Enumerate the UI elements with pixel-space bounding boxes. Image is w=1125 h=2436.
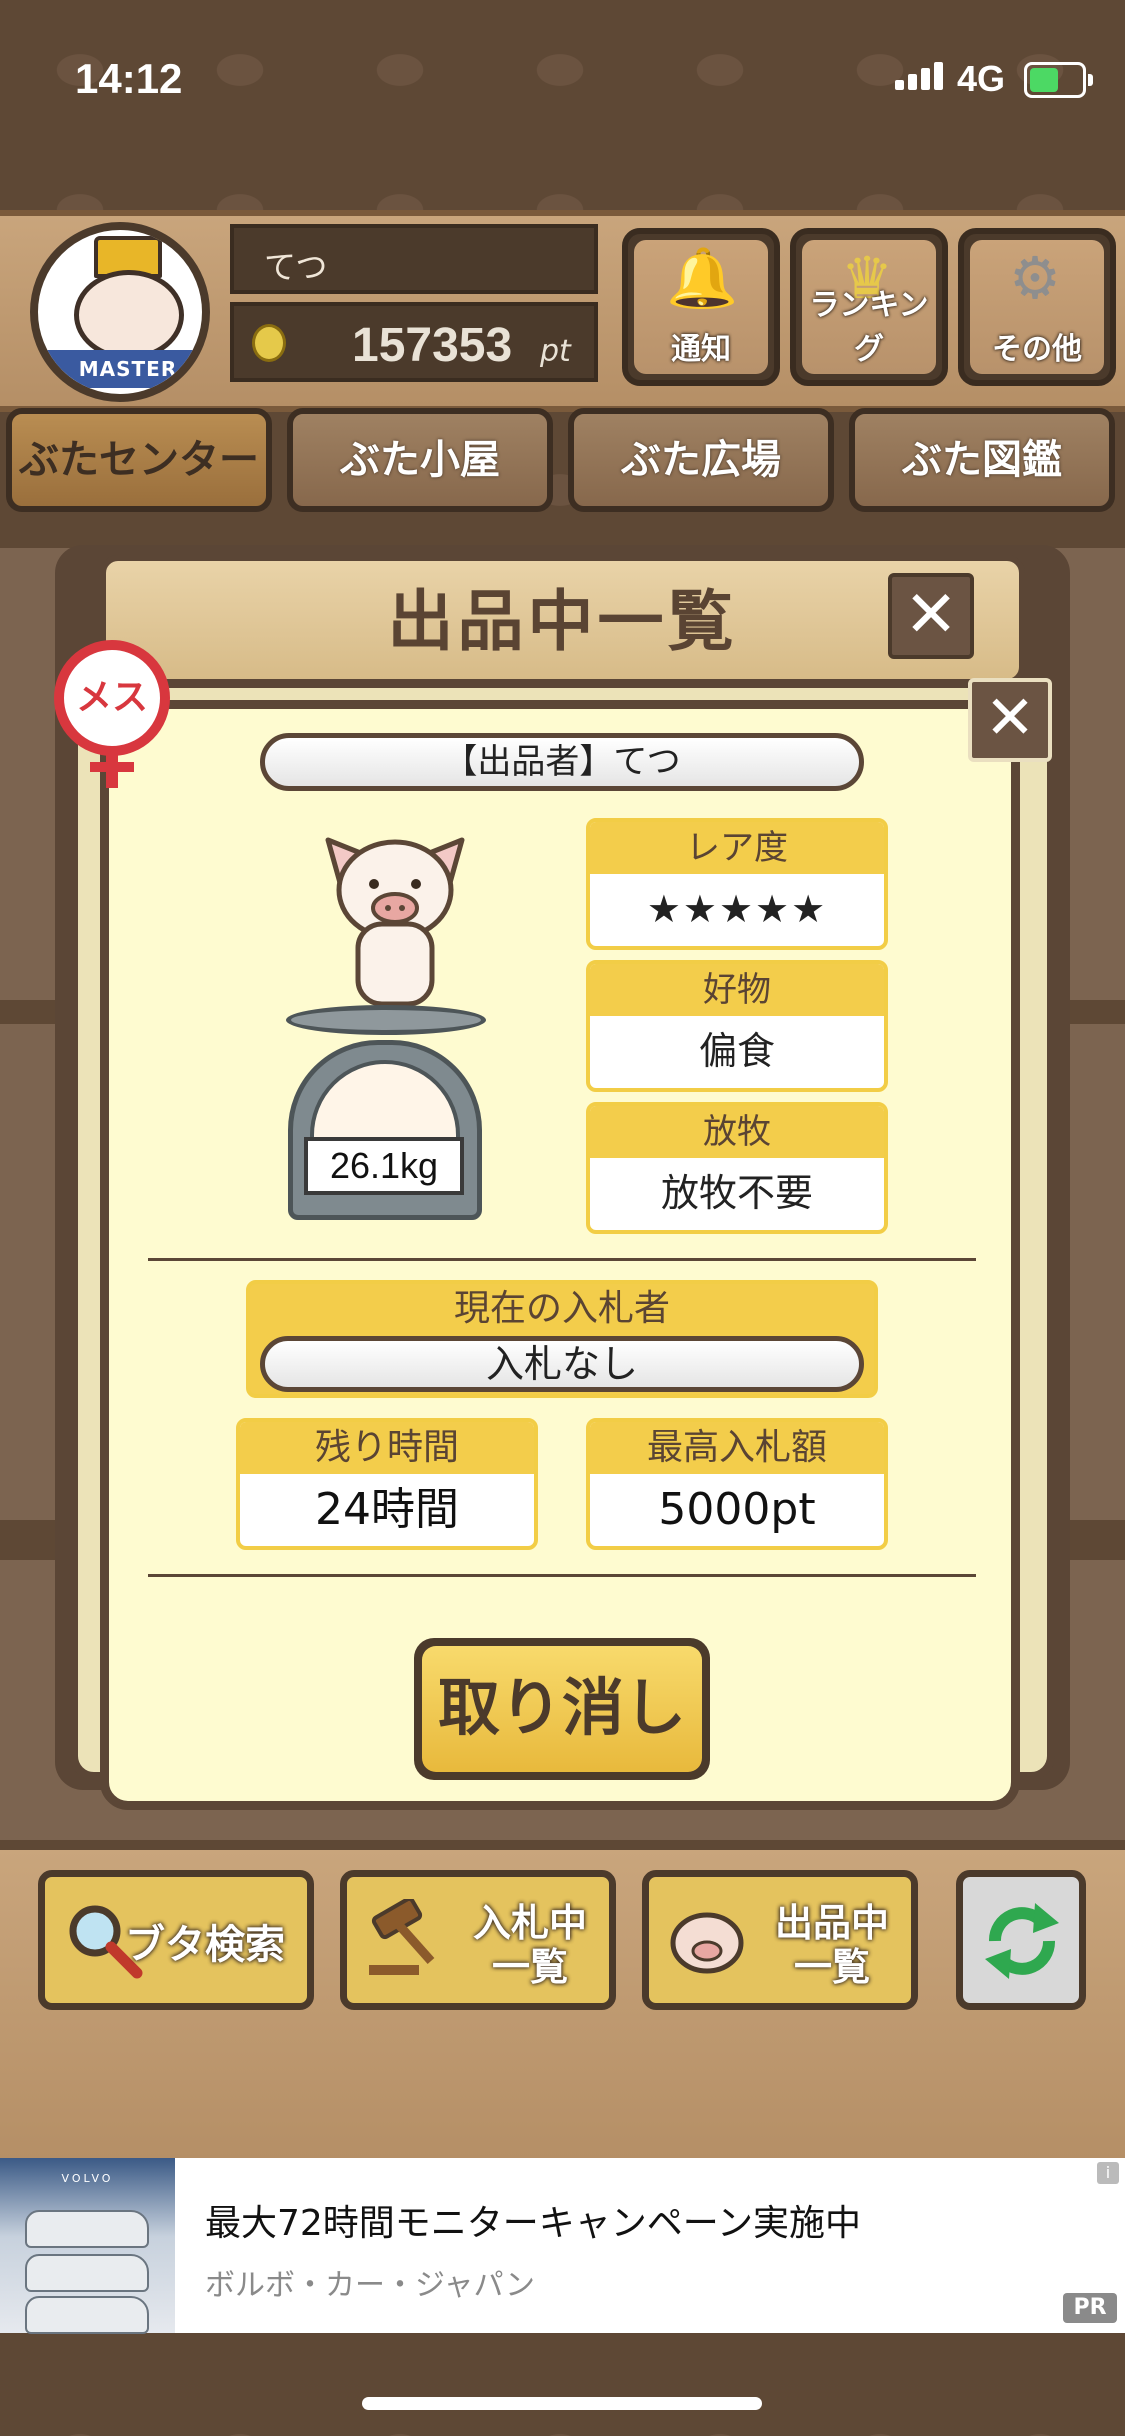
other-label: その他 (992, 332, 1082, 367)
ranking-label: ランキング (809, 288, 929, 367)
remaining-time-header: 残り時間 (240, 1422, 534, 1474)
user-name-box: てつ (230, 224, 598, 294)
battery-icon (1024, 62, 1093, 98)
cancel-label: 取り消し (422, 1646, 702, 1772)
highest-bid-header: 最高入札額 (590, 1422, 884, 1474)
divider (148, 1258, 976, 1261)
grazing-box: 放牧 放牧不要 (586, 1102, 888, 1234)
points-value: 157353 (352, 319, 513, 372)
ad-info-icon[interactable]: i (1097, 2162, 1119, 2184)
current-bidder-box: 現在の入札者 入札なし (246, 1280, 878, 1398)
home-indicator[interactable] (362, 2397, 762, 2410)
tab-buta-zukan[interactable]: ぶた図鑑 (849, 408, 1115, 512)
refresh-icon (985, 1903, 1059, 1979)
ranking-button[interactable]: ♛ ランキング (790, 228, 948, 386)
master-badge[interactable]: MASTER (30, 222, 210, 402)
bidding-list-label: 入札中 一覧 (472, 1901, 587, 1989)
signal-icon (895, 62, 947, 90)
ad-banner[interactable]: VOLVO 最大72時間モニターキャンペーン実施中 ボルボ・カー・ジャパン PR… (0, 2158, 1125, 2334)
badge-label: MASTER (38, 350, 202, 388)
weight-value: 26.1kg (304, 1137, 464, 1195)
bell-icon: 🔔 (666, 244, 739, 312)
highest-bid-value: 5000pt (658, 1484, 816, 1535)
listing-list-label: 出品中 一覧 (774, 1901, 889, 1989)
modal-title: 出品中一覧 (387, 583, 738, 660)
rarity-header: レア度 (590, 822, 884, 874)
rarity-box: レア度 ★★★★★ (586, 818, 888, 950)
pig-icon (670, 1912, 744, 1974)
card-close-button[interactable]: ✕ (968, 678, 1052, 762)
notification-button[interactable]: 🔔 通知 (622, 228, 780, 386)
refresh-button[interactable] (956, 1870, 1086, 2010)
notification-label: 通知 (671, 332, 731, 367)
favorite-food-box: 好物 偏食 (586, 960, 888, 1092)
modal-close-button[interactable]: ✕ (888, 573, 974, 659)
pig-search-button[interactable]: ブタ検索 (38, 1870, 314, 2010)
favorite-food-value: 偏食 (698, 1029, 775, 1073)
ad-advertiser: ボルボ・カー・ジャパン (205, 2268, 535, 2303)
status-time: 14:12 (75, 55, 183, 102)
ad-headline: 最大72時間モニターキャンペーン実施中 (205, 2203, 862, 2244)
current-bidder-value: 入札なし (260, 1336, 864, 1392)
scale-plate (286, 1005, 486, 1035)
gear-icon: ⚙ (1009, 244, 1061, 312)
highest-bid-box: 最高入札額 5000pt (586, 1418, 888, 1550)
favorite-food-header: 好物 (590, 964, 884, 1016)
grazing-header: 放牧 (590, 1106, 884, 1158)
coin-icon (252, 324, 286, 362)
points-box: 157353 pt (230, 302, 598, 382)
tab-buta-koya[interactable]: ぶた小屋 (287, 408, 553, 512)
cancel-listing-button[interactable]: 取り消し (414, 1638, 710, 1780)
remaining-time-box: 残り時間 24時間 (236, 1418, 538, 1550)
ad-brand: VOLVO (61, 2172, 114, 2185)
female-icon: メス (48, 640, 178, 790)
grazing-value: 放牧不要 (660, 1171, 813, 1215)
status-bar: 14:12 4G (0, 0, 1125, 160)
divider (148, 1574, 976, 1577)
network-type: 4G (957, 58, 1006, 99)
ad-pr-badge: PR (1063, 2293, 1117, 2323)
listing-list-button[interactable]: 出品中 一覧 (642, 1870, 918, 2010)
other-button[interactable]: ⚙ その他 (958, 228, 1116, 386)
current-bidder-header: 現在の入札者 (453, 1288, 670, 1329)
pig-illustration (325, 837, 465, 1007)
tab-buta-center[interactable]: ぶたセンター (6, 408, 272, 512)
user-name: てつ (264, 248, 328, 286)
tab-buta-hiroba[interactable]: ぶた広場 (568, 408, 834, 512)
gavel-icon (369, 1899, 435, 1975)
pig-icon (74, 270, 184, 360)
ad-thumbnail: VOLVO (0, 2158, 175, 2334)
pig-search-label: ブタ検索 (125, 1922, 285, 1968)
bidding-list-button[interactable]: 入札中 一覧 (340, 1870, 616, 2010)
seller-label: 【出品者】てつ (260, 733, 864, 791)
remaining-time-value: 24時間 (315, 1484, 459, 1535)
points-unit: pt (540, 334, 571, 369)
gender-label: メス (54, 640, 170, 756)
rarity-stars: ★★★★★ (646, 887, 828, 931)
